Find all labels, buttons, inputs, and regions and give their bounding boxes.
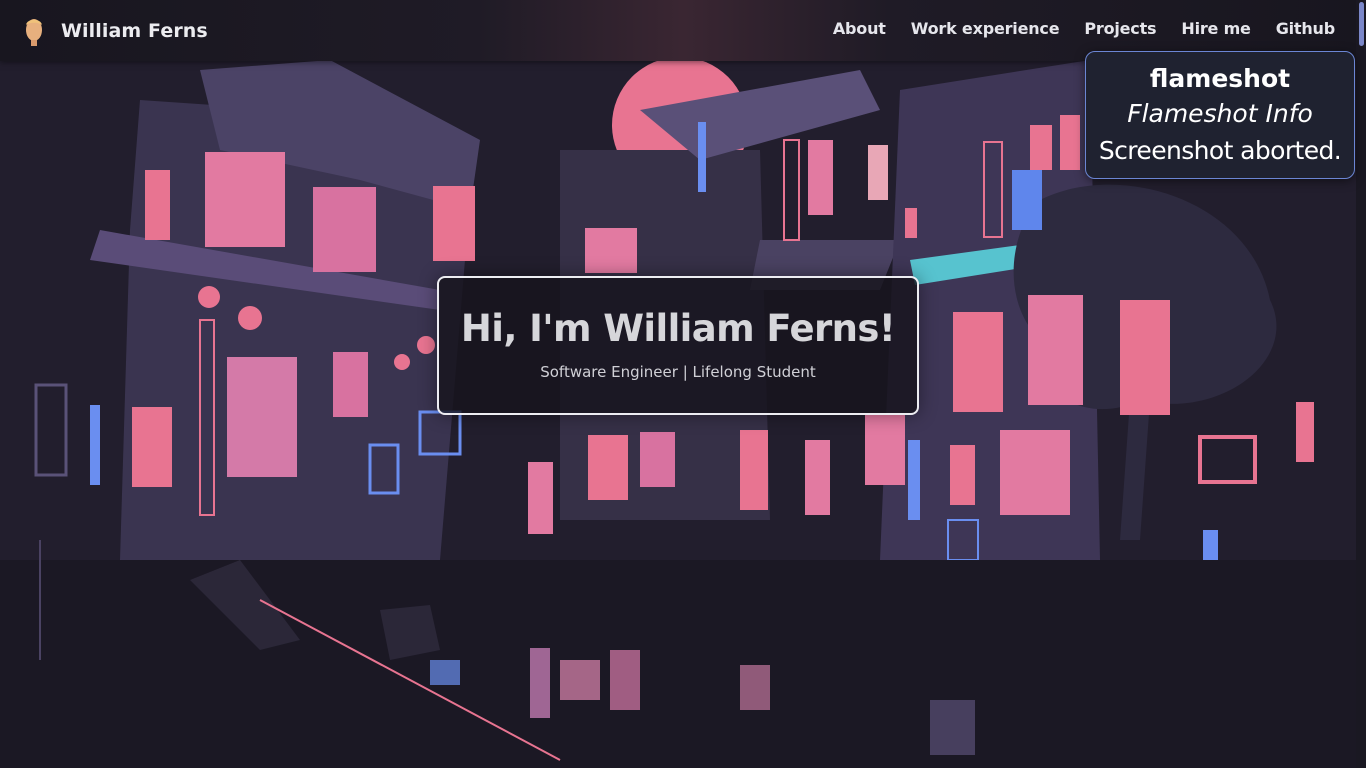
hero-subtitle: Software Engineer | Lifelong Student — [540, 362, 816, 381]
nav-link-projects[interactable]: Projects — [1084, 19, 1156, 38]
flameshot-notification[interactable]: flameshot Flameshot Info Screenshot abor… — [1085, 51, 1355, 179]
brand-name: William Ferns — [61, 20, 208, 42]
nav-link-hire-me[interactable]: Hire me — [1181, 19, 1251, 38]
hero-title: Hi, I'm William Ferns! — [460, 307, 896, 350]
nav-link-github[interactable]: Github — [1276, 19, 1336, 38]
notification-app-name: flameshot — [1149, 64, 1291, 93]
nav-link-about[interactable]: About — [833, 19, 886, 38]
nav-menu: About Work experience Projects Hire me G… — [833, 19, 1335, 38]
nav-link-work-experience[interactable]: Work experience — [911, 19, 1060, 38]
notification-summary: Flameshot Info — [1127, 99, 1313, 128]
hero-card: Hi, I'm William Ferns! Software Engineer… — [437, 276, 919, 415]
scrollbar-thumb[interactable] — [1359, 2, 1364, 46]
face-avatar-icon — [26, 19, 42, 46]
page-viewport: William Ferns About Work experience Proj… — [0, 0, 1366, 768]
brand-home-link[interactable]: William Ferns — [22, 15, 208, 47]
page-scrollbar[interactable] — [1356, 0, 1366, 768]
notification-body: Screenshot aborted. — [1098, 136, 1342, 165]
